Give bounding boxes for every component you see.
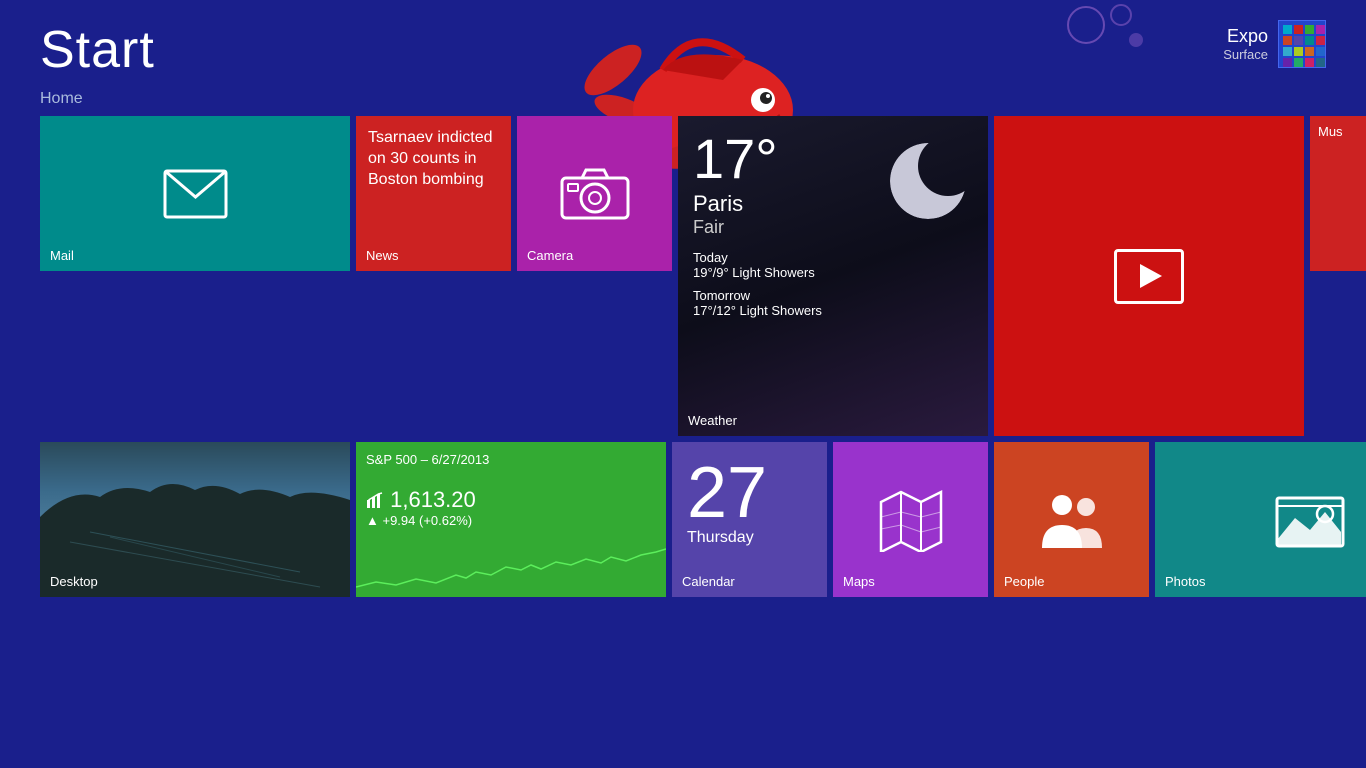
stocks-title: S&P 500 – 6/27/2013	[366, 452, 656, 467]
camera-icon	[560, 166, 630, 222]
stocks-chart-line	[356, 537, 666, 597]
mail-icon	[163, 169, 228, 219]
maps-icon	[876, 487, 946, 552]
weather-moon-icon	[883, 136, 973, 231]
home-label: Home	[0, 80, 1366, 116]
tiles-row-2: Desktop S&P 500 – 6/27/2013 1,613.20 ▲ +…	[40, 442, 1326, 597]
camera-label: Camera	[527, 248, 573, 263]
avatar[interactable]	[1278, 20, 1326, 68]
calendar-dayname: Thursday	[687, 529, 812, 547]
tile-stocks[interactable]: S&P 500 – 6/27/2013 1,613.20 ▲ +9.94 (+0…	[356, 442, 666, 597]
tile-desktop[interactable]: Desktop	[40, 442, 350, 597]
tile-calendar[interactable]: 27 Thursday Calendar	[672, 442, 827, 597]
people-icon	[1034, 490, 1109, 550]
stocks-value: 1,613.20	[366, 487, 656, 513]
forecast-today: Today 19°/9° Light Showers	[693, 250, 973, 280]
tile-mail[interactable]: Mail	[40, 116, 350, 271]
desktop-label: Desktop	[50, 574, 98, 589]
news-label: News	[366, 248, 399, 263]
user-info[interactable]: Expo Surface	[1223, 20, 1326, 68]
page-title: Start	[40, 20, 155, 80]
photos-label: Photos	[1165, 574, 1205, 589]
play-triangle	[1140, 264, 1162, 288]
tile-people[interactable]: People	[994, 442, 1149, 597]
weather-forecast: Today 19°/9° Light Showers Tomorrow 17°/…	[693, 250, 973, 318]
weather-label: Weather	[688, 413, 737, 428]
stocks-chart-icon	[366, 492, 384, 510]
maps-label: Maps	[843, 574, 875, 589]
play-icon	[1114, 249, 1184, 304]
tile-music[interactable]: Mus	[1310, 116, 1366, 271]
tiles-row-1: Mail Tsarnaev indicted on 30 counts in B…	[40, 116, 1326, 436]
tile-weather[interactable]: 17° Paris Fair Today 1	[678, 116, 988, 436]
header: Start Expo Surface	[0, 0, 1366, 80]
calendar-label: Calendar	[682, 574, 735, 589]
user-name: Expo	[1223, 26, 1268, 47]
music-label: Mus	[1310, 116, 1366, 147]
stocks-change: ▲ +9.94 (+0.62%)	[366, 513, 656, 528]
calendar-day: 27	[687, 457, 812, 529]
tiles-container: Mail Tsarnaev indicted on 30 counts in B…	[0, 116, 1366, 597]
tile-camera[interactable]: Camera	[517, 116, 672, 271]
tile-news[interactable]: Tsarnaev indicted on 30 counts in Boston…	[356, 116, 511, 271]
tile-maps[interactable]: Maps	[833, 442, 988, 597]
photos-icon	[1275, 490, 1345, 550]
forecast-tomorrow: Tomorrow 17°/12° Light Showers	[693, 288, 973, 318]
mail-label: Mail	[50, 248, 74, 263]
news-headline: Tsarnaev indicted on 30 counts in Boston…	[356, 116, 511, 202]
tile-video[interactable]	[994, 116, 1304, 436]
tile-photos[interactable]: Photos	[1155, 442, 1366, 597]
device-name: Surface	[1223, 47, 1268, 62]
people-label: People	[1004, 574, 1044, 589]
